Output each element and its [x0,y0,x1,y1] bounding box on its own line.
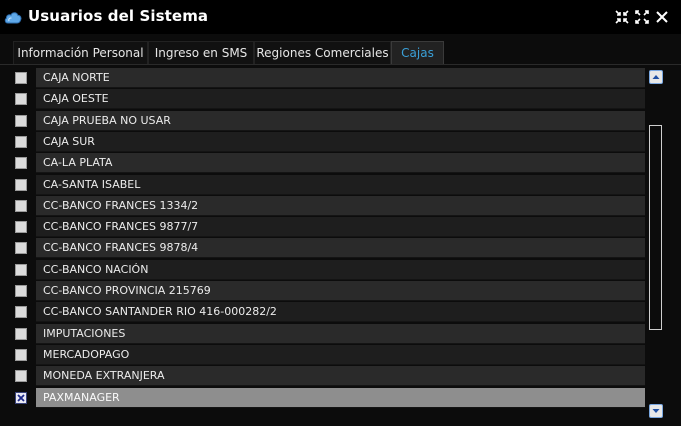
column-divider [33,281,35,301]
scroll-thumb[interactable] [649,124,662,331]
column-divider [33,366,35,387]
column-divider [33,387,35,408]
caja-checkbox[interactable] [15,327,27,340]
column-divider [33,89,35,110]
caja-checkbox[interactable] [15,135,27,148]
scroll-track[interactable] [648,86,664,402]
vertical-scrollbar[interactable] [648,68,666,418]
collapse-icon[interactable] [615,9,631,25]
list-item[interactable]: CAJA PRUEBA NO USAR [0,110,648,131]
caja-label: CC-BANCO PROVINCIA 215769 [36,281,645,301]
list-item[interactable]: CC-BANCO PROVINCIA 215769 [0,281,648,301]
list-item[interactable]: CA-SANTA ISABEL [0,174,648,195]
column-divider [33,153,35,174]
list-item[interactable]: IMPUTACIONES [0,323,648,344]
tab-regiones-comerciales[interactable]: Regiones Comerciales [254,41,391,65]
caja-label: CAJA PRUEBA NO USAR [36,110,645,131]
caja-label: MERCADOPAGO [36,344,645,365]
scroll-up-button[interactable] [649,70,663,84]
cajas-list: CAJA NORTE CAJA OESTE CAJA PRUEBA NO USAR C… [0,68,648,410]
caja-label: CAJA NORTE [36,68,645,88]
caja-checkbox[interactable] [15,199,27,212]
list-item[interactable]: CC-BANCO FRANCES 9878/4 [0,238,648,259]
caja-checkbox[interactable] [15,348,27,361]
caja-checkbox[interactable] [15,285,27,297]
caja-label: MONEDA EXTRANJERA [36,366,645,387]
users-window: Usuarios del Sistema Información Persona… [0,0,681,426]
caja-label: CAJA OESTE [36,89,645,110]
column-divider [33,131,35,152]
caja-checkbox[interactable] [15,114,27,127]
list-item[interactable]: CAJA SUR [0,131,648,152]
list-item[interactable]: CC-BANCO FRANCES 1334/2 [0,195,648,216]
expand-icon[interactable] [635,9,651,25]
column-divider [33,68,35,88]
tab-bar: Información Personal Ingreso en SMS Regi… [0,34,681,66]
caja-checkbox[interactable] [15,370,27,383]
caja-label: CC-BANCO NACIÓN [36,259,645,280]
caja-label: CC-BANCO SANTANDER RIO 416-000282/2 [36,302,645,323]
tab-ingreso-en-sms[interactable]: Ingreso en SMS [148,41,254,65]
caja-checkbox[interactable] [15,263,27,276]
column-divider [33,174,35,195]
tab-cajas[interactable]: Cajas [391,41,444,65]
column-divider [33,238,35,259]
list-item[interactable]: MERCADOPAGO [0,344,648,365]
column-divider [33,344,35,365]
column-divider [33,302,35,323]
caja-label: CC-BANCO FRANCES 9878/4 [36,238,645,259]
caja-label: CC-BANCO FRANCES 1334/2 [36,195,645,216]
caja-label: CA-LA PLATA [36,153,645,174]
caja-checkbox[interactable] [15,178,27,191]
caja-checkbox[interactable] [15,391,27,404]
caja-checkbox[interactable] [15,306,27,319]
caja-checkbox[interactable] [15,157,27,170]
scroll-down-button[interactable] [649,404,663,418]
column-divider [33,195,35,216]
list-item[interactable]: CC-BANCO SANTANDER RIO 416-000282/2 [0,302,648,323]
column-divider [33,259,35,280]
caja-label: CA-SANTA ISABEL [36,174,645,195]
list-item[interactable]: CAJA OESTE [0,89,648,110]
caja-checkbox[interactable] [15,221,27,234]
list-item[interactable]: CC-BANCO FRANCES 9877/7 [0,217,648,238]
tab-divider [0,64,681,65]
caja-label: CC-BANCO FRANCES 9877/7 [36,217,645,238]
tab-informacion-personal[interactable]: Información Personal [13,41,148,65]
column-divider [33,217,35,238]
title-bar[interactable]: Usuarios del Sistema [0,0,681,34]
column-divider [33,110,35,131]
window-title: Usuarios del Sistema [28,7,209,25]
cloud-icon [4,9,22,24]
list-item[interactable]: CC-BANCO NACIÓN [0,259,648,280]
column-divider [33,323,35,344]
caja-checkbox[interactable] [15,242,27,255]
caja-label: CAJA SUR [36,131,645,152]
caja-label: IMPUTACIONES [36,323,645,344]
close-icon[interactable] [655,9,671,25]
list-item[interactable]: CAJA NORTE [0,68,648,88]
list-item[interactable]: MONEDA EXTRANJERA [0,366,648,387]
caja-checkbox[interactable] [15,93,27,106]
list-item[interactable]: PAXMANAGER [0,387,648,408]
caja-label: PAXMANAGER [36,387,645,408]
caja-checkbox[interactable] [15,72,27,84]
list-item[interactable]: CA-LA PLATA [0,153,648,174]
